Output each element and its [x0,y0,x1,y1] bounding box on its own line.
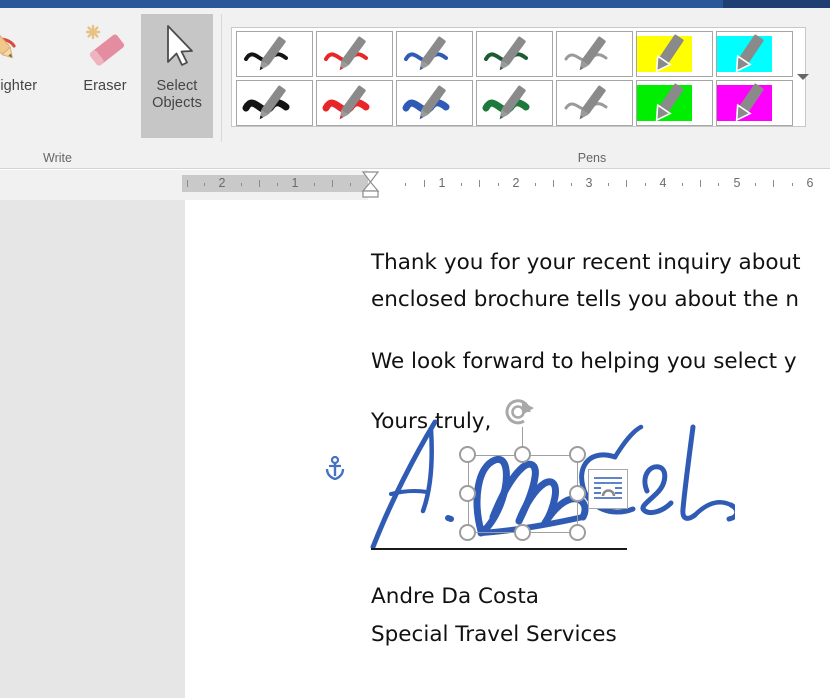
paragraph-line[interactable]: Thank you for your recent inquiry about [371,244,801,281]
ruler-pip [277,183,278,186]
arrow-cursor-icon [151,20,203,74]
pen-item-pen-black-thin[interactable] [236,31,313,77]
select-objects-label-line2: Objects [152,95,202,111]
pen-item-pen-gray-thick[interactable] [556,80,633,126]
document-page[interactable]: Thank you for your recent inquiry about … [185,200,830,698]
ruler-pip [608,183,609,186]
highlighter-pen-icon [0,20,28,74]
ruler-pip [187,180,188,187]
title-bar [0,0,830,8]
pen-item-pen-blue-thin[interactable] [396,31,473,77]
ruler-tick-label: 4 [659,176,667,190]
paragraph-line[interactable]: Andre Da Costa [371,578,539,615]
ruler-pip [314,183,315,186]
document-canvas[interactable]: Thank you for your recent inquiry about … [0,200,830,698]
ruler-pip [424,180,425,187]
paragraph-line[interactable]: We look forward to helping you select y [371,343,797,380]
resize-handle-top-left[interactable] [459,446,476,463]
ruler-pip [682,183,683,186]
ruler-pip [461,183,462,186]
ribbon-group-write: Highlighter [0,8,222,165]
ruler-tick-label: 1 [438,176,446,190]
resize-handle-top-center[interactable] [514,446,531,463]
highlighter-button[interactable]: Highlighter [0,14,38,138]
ruler-tick-label: 2 [512,176,520,190]
layout-options-button[interactable] [588,469,628,509]
object-anchor-icon [324,455,346,485]
ruler-pip [718,183,719,186]
pens-grid [232,28,797,126]
selection-bounding-box[interactable] [468,455,578,533]
pen-item-pen-gray-thin[interactable] [556,31,633,77]
ruler-pip [498,183,499,186]
resize-handle-bottom-right[interactable] [569,524,586,541]
pen-item-highlighter-green[interactable] [636,80,713,126]
ruler-pip [479,180,480,187]
pen-item-highlighter-yellow[interactable] [636,31,713,77]
eraser-button[interactable]: Eraser [69,14,141,138]
select-objects-label-line1: Select [156,78,198,94]
ribbon: Highlighter [0,8,830,169]
select-objects-label: Select Objects [152,78,202,112]
resize-handle-top-right[interactable] [569,446,586,463]
ruler-pip [755,183,756,186]
word-window: Highlighter [0,0,830,698]
signature-underline [371,548,627,550]
resize-handle-middle-left[interactable] [459,485,476,502]
ruler-pip [571,183,572,186]
resize-handle-bottom-left[interactable] [459,524,476,541]
ruler-pip [204,183,205,186]
ribbon-group-write-label: Write [43,151,72,165]
pen-item-pen-green-thick[interactable] [476,80,553,126]
pen-item-highlighter-magenta[interactable] [716,80,793,126]
ruler-left-margin-band[interactable] [182,175,368,192]
ruler-pip [259,180,260,187]
ruler-tick-label: 2 [218,176,226,190]
ribbon-group-pens: Pens [222,8,830,165]
pens-gallery [231,27,809,127]
highlighter-label: Highlighter [0,78,38,94]
resize-handle-middle-right[interactable] [569,485,586,502]
ruler-pip [350,183,351,186]
ruler-pip [792,183,793,186]
ribbon-group-pens-label: Pens [577,151,607,165]
pen-item-pen-red-thick[interactable] [316,80,393,126]
pen-item-pen-red-thin[interactable] [316,31,393,77]
chevron-down-icon [797,74,809,80]
ruler-tick-label: 1 [291,176,299,190]
ruler-pip [645,183,646,186]
ruler-tick-label: 3 [585,176,593,190]
rotate-handle[interactable] [504,398,540,435]
resize-handle-bottom-center[interactable] [514,524,531,541]
ruler-pip [241,183,242,186]
horizontal-ruler[interactable]: 2 1 1 2 3 4 5 6 [0,170,830,668]
pen-item-pen-blue-thick[interactable] [396,80,473,126]
ruler-tick-label: 5 [733,176,741,190]
ruler-pip [553,180,554,187]
ruler-pip [626,180,627,187]
paragraph-line[interactable]: enclosed brochure tells you about the n [371,281,799,318]
pen-item-pen-green-thin[interactable] [476,31,553,77]
ruler-pip [332,180,333,187]
pen-item-highlighter-cyan[interactable] [716,31,793,77]
eraser-icon [79,20,131,74]
pen-item-pen-black-thick[interactable] [236,80,313,126]
pens-more-button[interactable] [797,28,809,126]
ruler-tick-label: 6 [806,176,814,190]
ruler-pip [700,180,701,187]
title-bar-right-segment [723,0,830,8]
select-objects-button[interactable]: Select Objects [141,14,213,138]
paragraph-line[interactable]: Special Travel Services [371,616,617,653]
ruler-pip [405,183,406,186]
ruler-pip [773,180,774,187]
layout-options-icon [594,477,622,499]
eraser-label: Eraser [83,78,127,94]
ruler-pip [535,183,536,186]
